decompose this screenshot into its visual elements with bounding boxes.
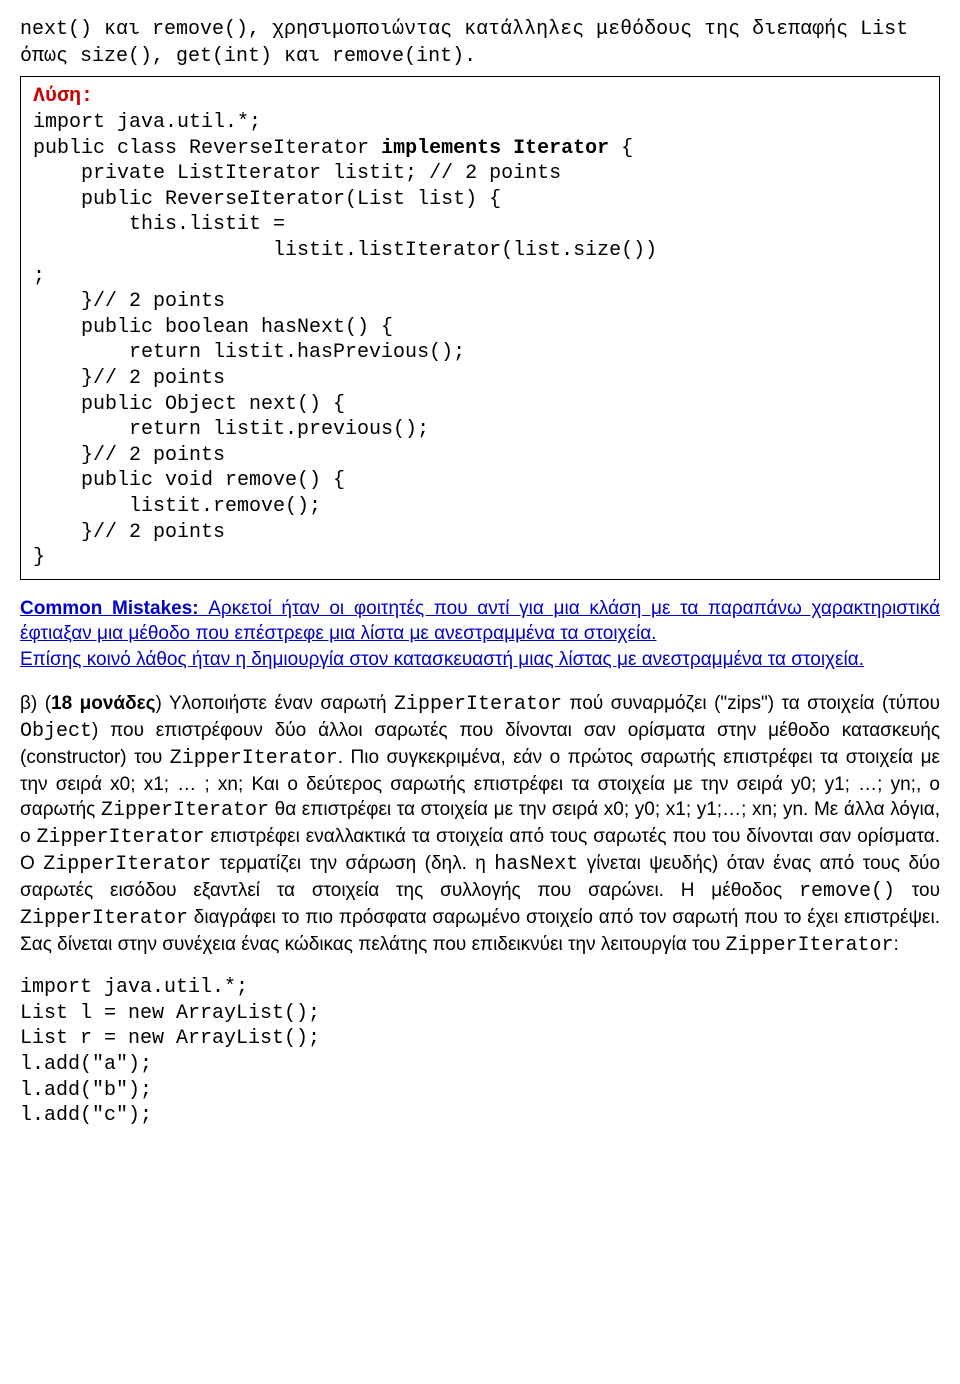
code-end-2: }// 2 points (33, 366, 929, 392)
code-remove-2: listit.remove(); (33, 494, 929, 520)
code-close: } (33, 545, 929, 571)
code-ctor-1: public ReverseIterator(List list) { (33, 187, 929, 213)
code-end-3: }// 2 points (33, 443, 929, 469)
common-mistakes-p2: Επίσης κοινό λάθος ήταν η δημιουργία στο… (20, 649, 864, 670)
code-class-decl: public class ReverseIterator implements … (33, 136, 929, 162)
code-end-4: }// 2 points (33, 520, 929, 546)
code-hasnext-2: return listit.hasPrevious(); (33, 340, 929, 366)
client-add-b: l.add("b"); (20, 1078, 940, 1104)
client-import: import java.util.*; (20, 975, 940, 1001)
client-add-a: l.add("a"); (20, 1052, 940, 1078)
code-ctor-2: this.listit = (33, 212, 929, 238)
client-add-c: l.add("c"); (20, 1103, 940, 1129)
intro-content: next() και remove(), χρησιμοποιώντας κατ… (20, 18, 908, 68)
client-code: import java.util.*; List l = new ArrayLi… (20, 975, 940, 1129)
common-mistakes-label: Common Mistakes: (20, 598, 199, 619)
code-ctor-3: listit.listIterator(list.size()) (33, 238, 929, 264)
code-hasnext-1: public boolean hasNext() { (33, 315, 929, 341)
solution-code-box: Λύση: import java.util.*; public class R… (20, 76, 940, 580)
code-field: private ListIterator listit; // 2 points (33, 161, 929, 187)
code-end-1: }// 2 points (33, 289, 929, 315)
question-b-paragraph: β) (18 μονάδες) Υλοποιήστε έναν σαρωτή Z… (20, 691, 940, 960)
code-next-1: public Object next() { (33, 392, 929, 418)
code-remove-1: public void remove() { (33, 468, 929, 494)
code-next-2: return listit.previous(); (33, 417, 929, 443)
code-import: import java.util.*; (33, 110, 929, 136)
code-ctor-4: ; (33, 264, 929, 290)
client-list-l: List l = new ArrayList(); (20, 1001, 940, 1027)
client-list-r: List r = new ArrayList(); (20, 1026, 940, 1052)
common-mistakes: Common Mistakes: Αρκετοί ήταν οι φοιτητέ… (20, 596, 940, 673)
solution-label: Λύση: (33, 83, 929, 110)
intro-text: next() και remove(), χρησιμοποιώντας κατ… (20, 16, 940, 70)
